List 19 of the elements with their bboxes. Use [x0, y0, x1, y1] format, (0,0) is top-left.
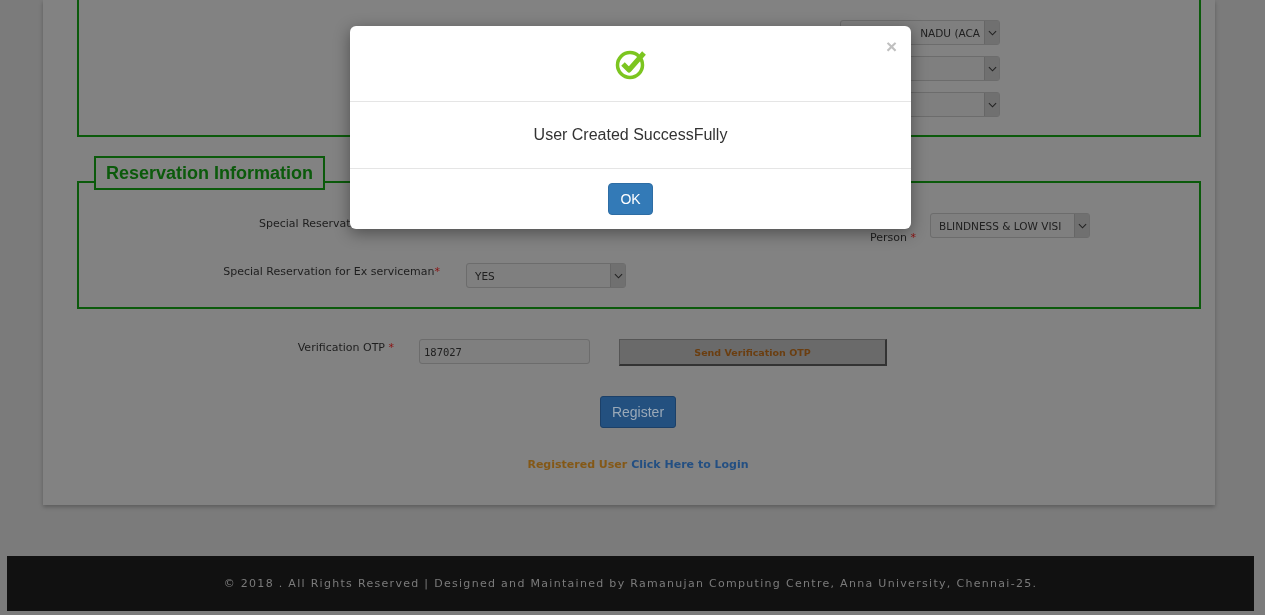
login-prompt: Registered User — [527, 458, 628, 471]
caret-icon — [984, 93, 999, 116]
select-field[interactable]: YES — [466, 263, 626, 288]
caret-icon — [984, 57, 999, 80]
otp-field[interactable]: 187027 — [419, 339, 590, 364]
section-legend: Reservation Information — [94, 156, 326, 190]
field-label: Person * — [870, 231, 916, 244]
caret-icon — [1074, 214, 1089, 237]
field-label: Verification OTP * — [296, 340, 394, 354]
field-label: Special Reservation for Ex serviceman* — [223, 265, 440, 278]
ok-button[interactable]: OK — [608, 183, 653, 215]
dialog-message: User Created SuccessFully — [533, 126, 728, 144]
caret-icon — [984, 21, 999, 44]
select-field[interactable]: BLINDNESS & LOW VISI — [930, 213, 1090, 238]
field-label: Special Reservat — [259, 216, 351, 230]
register-button[interactable]: Register — [599, 396, 677, 428]
login-link[interactable]: Click Here to Login — [631, 458, 749, 471]
caret-icon — [610, 264, 625, 287]
copyright-text: © 2018 . All Rights Reserved | Designed and Maintained by Ramanujan Computing Centre, Anna University, Chennai-25. — [223, 577, 1038, 590]
